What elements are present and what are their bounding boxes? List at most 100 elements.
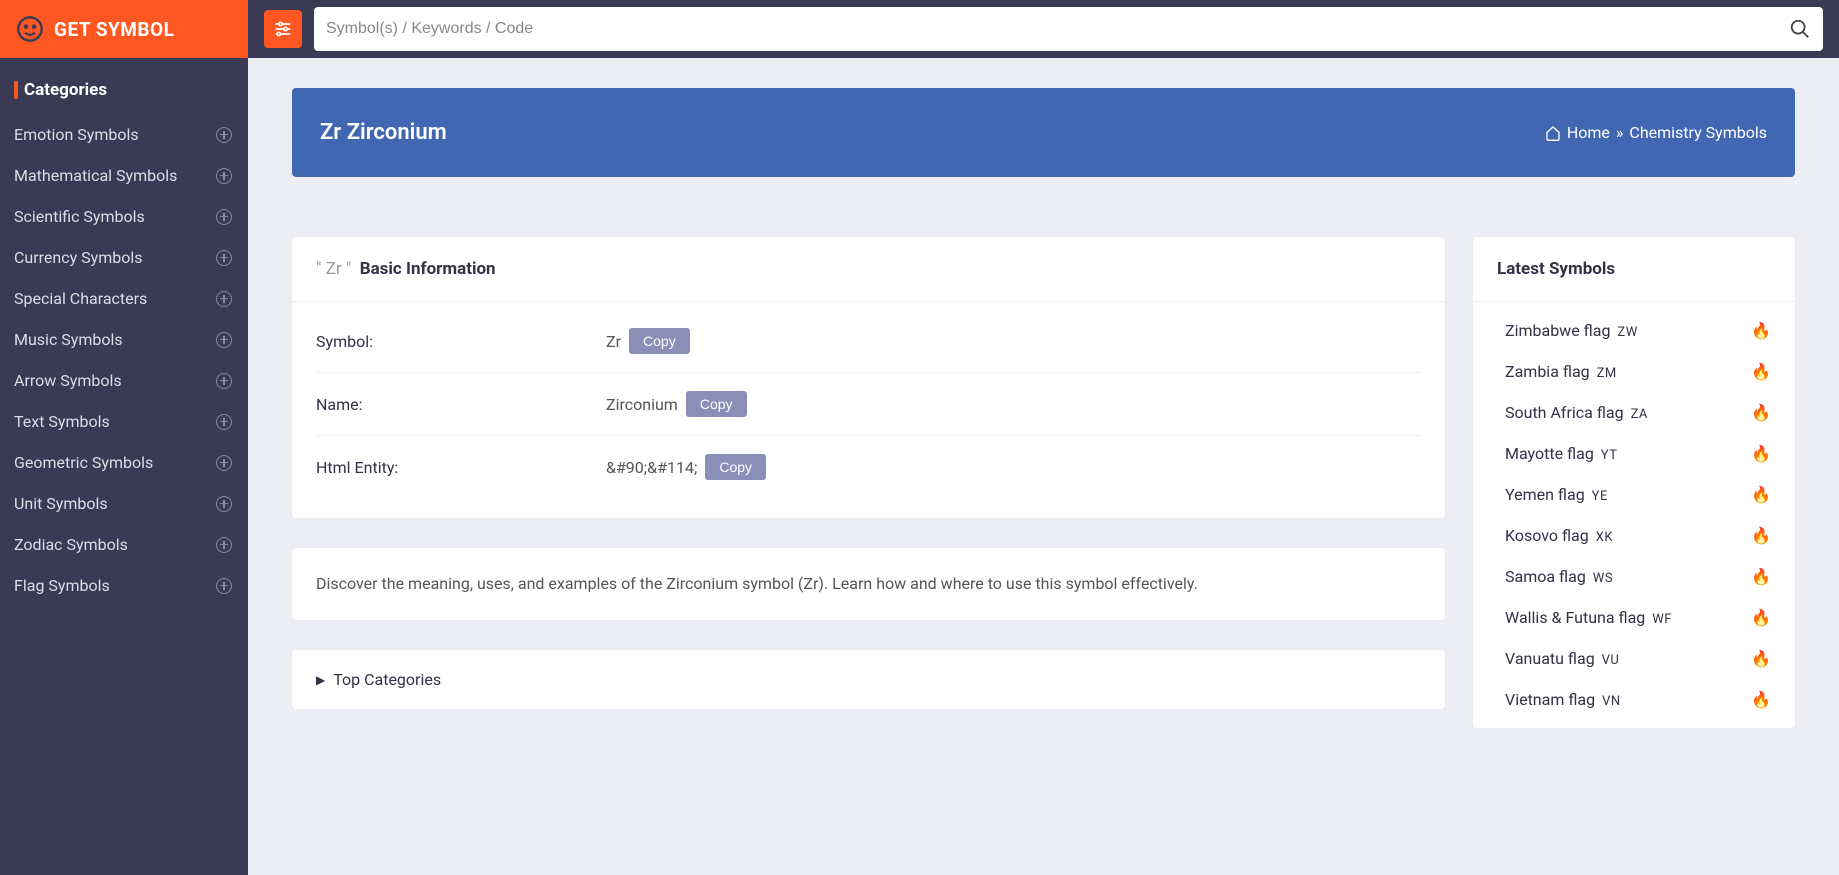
search-icon[interactable] <box>1789 18 1811 40</box>
latest-symbols-header: Latest Symbols <box>1473 237 1795 302</box>
sidebar-item-label: Music Symbols <box>14 330 123 349</box>
plus-circle-icon <box>216 127 232 143</box>
sidebar-item-label: Mathematical Symbols <box>14 166 177 185</box>
info-row-symbol: Symbol: Zr Copy <box>316 310 1421 373</box>
sidebar-item-text[interactable]: Text Symbols <box>0 401 248 442</box>
categories-header-label: Categories <box>24 80 107 100</box>
sidebar-item-emotion[interactable]: Emotion Symbols <box>0 114 248 155</box>
latest-item[interactable]: Wallis & Futuna flag WF 🔥 <box>1473 597 1795 638</box>
latest-item[interactable]: Vietnam flag VN 🔥 <box>1473 679 1795 720</box>
basic-info-header: " Zr " Basic Information <box>292 237 1445 302</box>
copy-button[interactable]: Copy <box>705 454 766 480</box>
latest-item-text: Samoa flag WS <box>1505 567 1613 586</box>
content: Zr Zirconium Home » Chemistry Symbols " … <box>248 58 1839 758</box>
latest-item[interactable]: Kosovo flag XK 🔥 <box>1473 515 1795 556</box>
filter-button[interactable] <box>264 10 302 48</box>
plus-circle-icon <box>216 496 232 512</box>
latest-item-text: Yemen flag YE <box>1505 485 1608 504</box>
plus-circle-icon <box>216 537 232 553</box>
sidebar-item-flag[interactable]: Flag Symbols <box>0 565 248 606</box>
sidebar-item-music[interactable]: Music Symbols <box>0 319 248 360</box>
latest-item-text: Vanuatu flag VU <box>1505 649 1619 668</box>
plus-circle-icon <box>216 209 232 225</box>
basic-info-card: " Zr " Basic Information Symbol: Zr Copy <box>292 237 1445 518</box>
sidebar-item-label: Zodiac Symbols <box>14 535 128 554</box>
sidebar-item-mathematical[interactable]: Mathematical Symbols <box>0 155 248 196</box>
sidebar-item-unit[interactable]: Unit Symbols <box>0 483 248 524</box>
copy-button[interactable]: Copy <box>629 328 690 354</box>
latest-item[interactable]: Yemen flag YE 🔥 <box>1473 474 1795 515</box>
sidebar: GET SYMBOL Categories Emotion Symbols Ma… <box>0 0 248 875</box>
page-title: Zr Zirconium <box>320 120 447 145</box>
sidebar-item-arrow[interactable]: Arrow Symbols <box>0 360 248 401</box>
info-value-text: &#90;&#114; <box>606 458 697 477</box>
header-title: Basic Information <box>360 259 496 279</box>
main-column: " Zr " Basic Information Symbol: Zr Copy <box>292 237 1445 709</box>
fire-icon: 🔥 <box>1751 567 1771 586</box>
latest-item[interactable]: South Africa flag ZA 🔥 <box>1473 392 1795 433</box>
latest-item[interactable]: Samoa flag WS 🔥 <box>1473 556 1795 597</box>
latest-item-text: Zambia flag ZM <box>1505 362 1617 381</box>
triangle-right-icon: ▶ <box>316 673 325 687</box>
accent-bar-icon <box>14 81 18 99</box>
latest-item-text: Vietnam flag VN <box>1505 690 1621 709</box>
fire-icon: 🔥 <box>1751 444 1771 463</box>
info-label: Html Entity: <box>316 458 606 477</box>
fire-icon: 🔥 <box>1751 526 1771 545</box>
search-input[interactable] <box>326 20 1789 38</box>
info-value: &#90;&#114; Copy <box>606 454 766 480</box>
plus-circle-icon <box>216 373 232 389</box>
sliders-icon <box>273 19 293 39</box>
info-row-entity: Html Entity: &#90;&#114; Copy <box>316 436 1421 498</box>
sidebar-item-label: Flag Symbols <box>14 576 110 595</box>
sidebar-item-label: Scientific Symbols <box>14 207 145 226</box>
sidebar-item-label: Currency Symbols <box>14 248 143 267</box>
page-banner: Zr Zirconium Home » Chemistry Symbols <box>292 88 1795 177</box>
sidebar-item-label: Arrow Symbols <box>14 371 122 390</box>
sidebar-item-label: Unit Symbols <box>14 494 108 513</box>
info-value: Zr Copy <box>606 328 690 354</box>
breadcrumb-current-link[interactable]: Chemistry Symbols <box>1629 123 1767 142</box>
sidebar-item-label: Special Characters <box>14 289 147 308</box>
copy-button[interactable]: Copy <box>686 391 747 417</box>
logo-bar[interactable]: GET SYMBOL <box>0 0 248 58</box>
info-row-name: Name: Zirconium Copy <box>316 373 1421 436</box>
columns: " Zr " Basic Information Symbol: Zr Copy <box>292 237 1795 728</box>
fire-icon: 🔥 <box>1751 403 1771 422</box>
topbar <box>248 0 1839 58</box>
sidebar-item-scientific[interactable]: Scientific Symbols <box>0 196 248 237</box>
latest-symbols-list: Zimbabwe flag ZW 🔥 Zambia flag ZM 🔥 Sout… <box>1473 302 1795 728</box>
sidebar-item-special[interactable]: Special Characters <box>0 278 248 319</box>
latest-item[interactable]: Vanuatu flag VU 🔥 <box>1473 638 1795 679</box>
plus-circle-icon <box>216 455 232 471</box>
sidebar-item-label: Geometric Symbols <box>14 453 153 472</box>
latest-item[interactable]: Mayotte flag YT 🔥 <box>1473 433 1795 474</box>
fire-icon: 🔥 <box>1751 362 1771 381</box>
sidebar-item-geometric[interactable]: Geometric Symbols <box>0 442 248 483</box>
breadcrumb: Home » Chemistry Symbols <box>1545 123 1767 142</box>
search-wrapper <box>314 7 1823 51</box>
info-label: Symbol: <box>316 332 606 351</box>
latest-symbols-card: Latest Symbols Zimbabwe flag ZW 🔥 Zambia… <box>1473 237 1795 728</box>
sidebar-item-label: Emotion Symbols <box>14 125 139 144</box>
info-value-text: Zirconium <box>606 395 678 414</box>
top-categories-toggle[interactable]: ▶ Top Categories <box>292 650 1445 709</box>
latest-item[interactable]: Zambia flag ZM 🔥 <box>1473 351 1795 392</box>
fire-icon: 🔥 <box>1751 321 1771 340</box>
side-column: Latest Symbols Zimbabwe flag ZW 🔥 Zambia… <box>1473 237 1795 728</box>
categories-header: Categories <box>0 58 248 110</box>
breadcrumb-home-link[interactable]: Home <box>1567 123 1610 142</box>
sidebar-item-zodiac[interactable]: Zodiac Symbols <box>0 524 248 565</box>
plus-circle-icon <box>216 414 232 430</box>
smiley-icon <box>16 15 44 43</box>
latest-item-text: Wallis & Futuna flag WF <box>1505 608 1672 627</box>
main-area: Zr Zirconium Home » Chemistry Symbols " … <box>248 0 1839 875</box>
sidebar-nav: Emotion Symbols Mathematical Symbols Sci… <box>0 110 248 610</box>
fire-icon: 🔥 <box>1751 690 1771 709</box>
header-symbol-quote: " Zr " <box>316 259 351 279</box>
top-categories-label: Top Categories <box>333 670 441 689</box>
plus-circle-icon <box>216 578 232 594</box>
latest-item[interactable]: Zimbabwe flag ZW 🔥 <box>1473 310 1795 351</box>
sidebar-item-currency[interactable]: Currency Symbols <box>0 237 248 278</box>
info-value: Zirconium Copy <box>606 391 747 417</box>
